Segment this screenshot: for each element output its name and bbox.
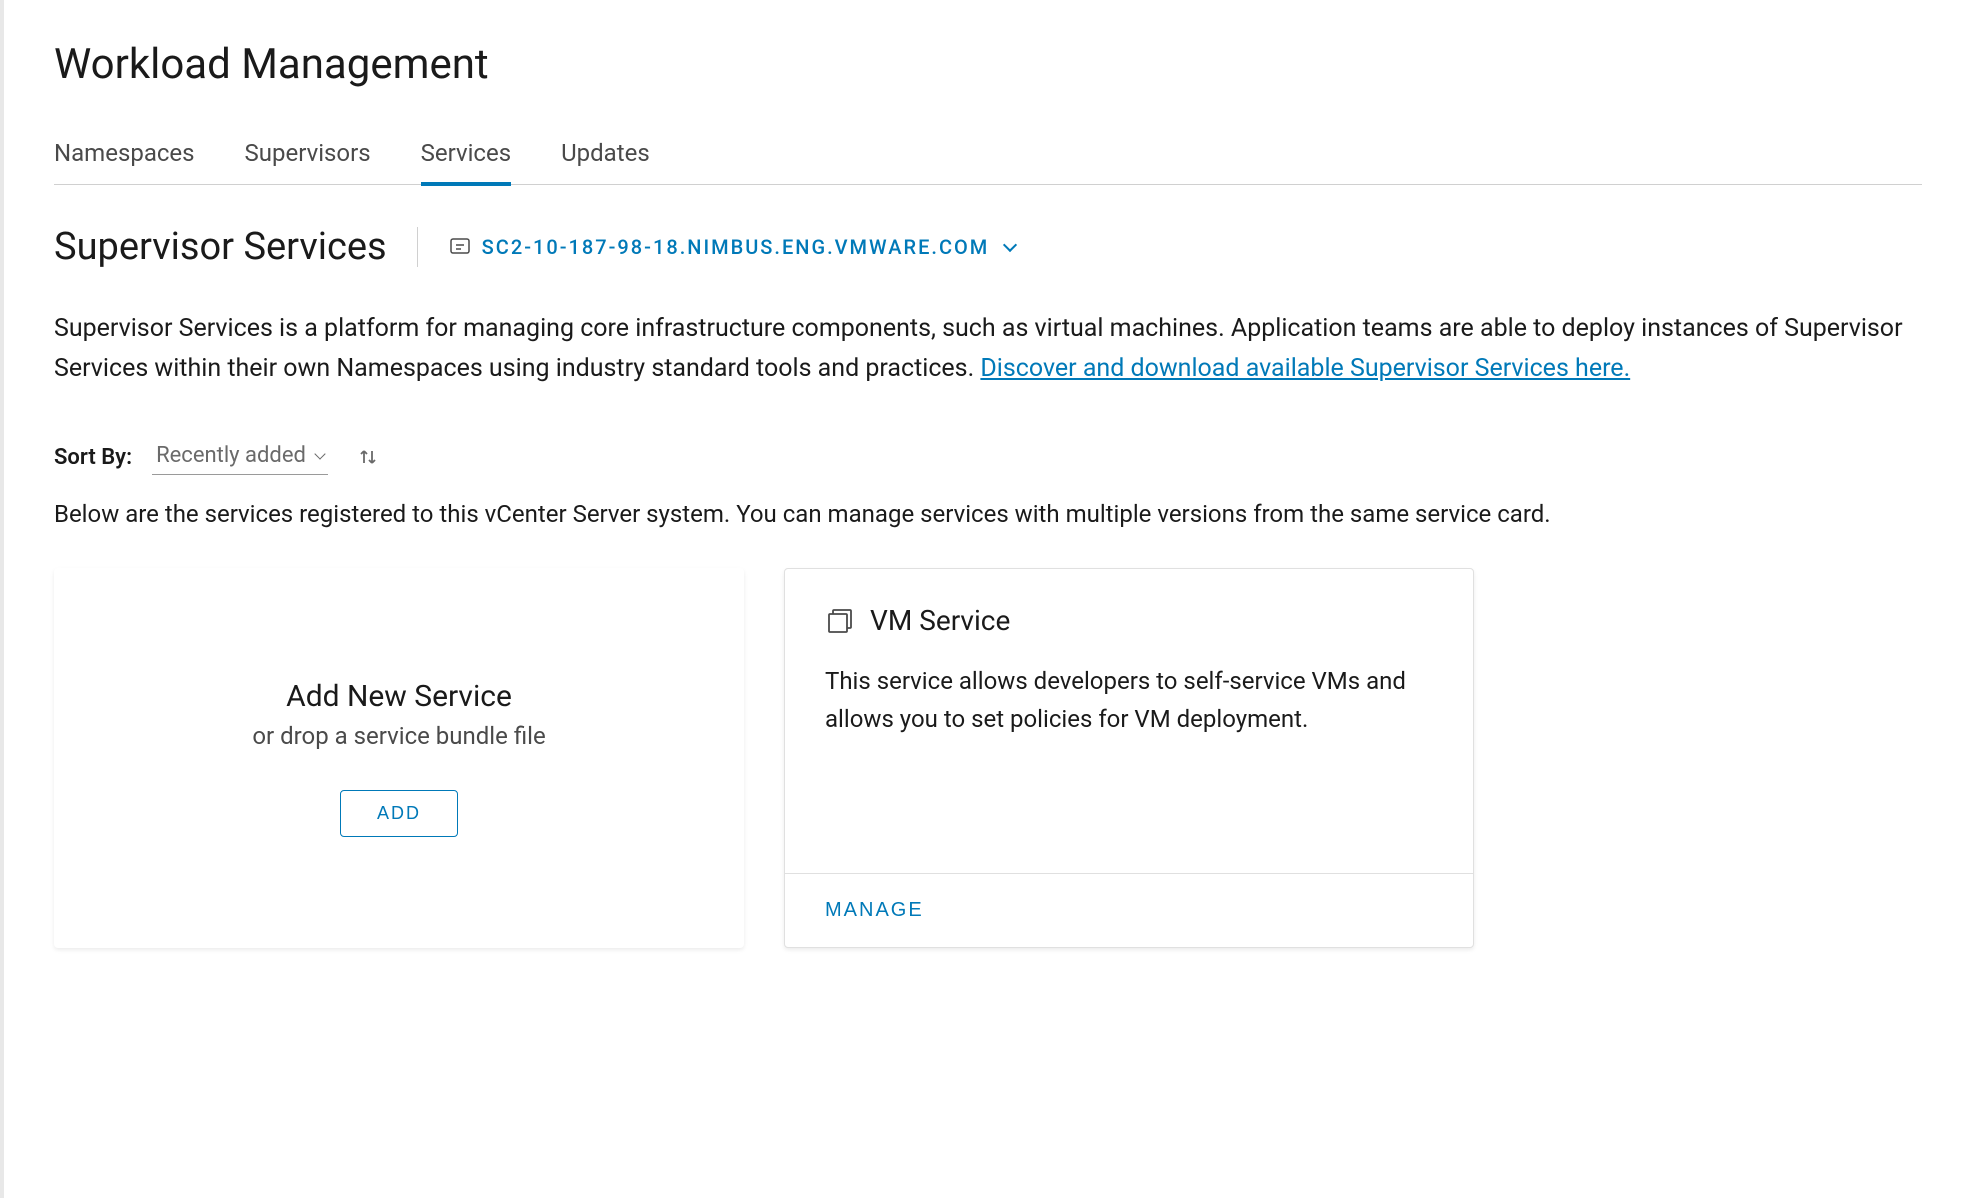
sort-row: Sort By: Recently added <box>54 439 1922 475</box>
service-card-body: VM Service This service allows developer… <box>785 569 1473 873</box>
tab-supervisors[interactable]: Supervisors <box>245 129 371 186</box>
add-service-card[interactable]: Add New Service or drop a service bundle… <box>54 568 744 948</box>
tab-services[interactable]: Services <box>421 129 511 186</box>
sub-description: Below are the services registered to thi… <box>54 500 1922 528</box>
server-selector[interactable]: SC2-10-187-98-18.NIMBUS.ENG.VMWARE.COM <box>448 235 1016 259</box>
service-cards: Add New Service or drop a service bundle… <box>54 568 1922 948</box>
add-card-title: Add New Service <box>286 679 512 714</box>
service-title: VM Service <box>870 604 1010 637</box>
add-card-subtitle: or drop a service bundle file <box>252 722 545 750</box>
service-card-header: VM Service <box>825 604 1433 637</box>
sort-arrows-icon <box>356 445 380 469</box>
discover-services-link[interactable]: Discover and download available Supervis… <box>980 354 1630 383</box>
tabs-bar: Namespaces Supervisors Services Updates <box>54 129 1922 185</box>
tab-namespaces[interactable]: Namespaces <box>54 129 195 186</box>
sort-selected: Recently added <box>156 443 306 468</box>
sort-dropdown[interactable]: Recently added <box>152 439 328 475</box>
section-title: Supervisor Services <box>54 225 387 269</box>
service-description: This service allows developers to self-s… <box>825 662 1433 739</box>
section-header: Supervisor Services SC2-10-187-98-18.NIM… <box>54 225 1922 269</box>
sort-direction-toggle[interactable] <box>356 445 380 469</box>
service-card-footer: MANAGE <box>785 873 1473 947</box>
server-name: SC2-10-187-98-18.NIMBUS.ENG.VMWARE.COM <box>482 235 990 259</box>
header-divider <box>417 227 418 267</box>
vm-service-card: VM Service This service allows developer… <box>784 568 1474 948</box>
sort-by-label: Sort By: <box>54 445 132 470</box>
workload-management-page: Workload Management Namespaces Superviso… <box>0 0 1972 1198</box>
tab-updates[interactable]: Updates <box>561 129 650 186</box>
chevron-down-icon <box>314 448 325 459</box>
add-button[interactable]: ADD <box>340 790 458 837</box>
chevron-down-icon <box>1003 238 1017 252</box>
manage-button[interactable]: MANAGE <box>825 899 924 922</box>
section-description: Supervisor Services is a platform for ma… <box>54 309 1922 389</box>
vcenter-icon <box>448 235 472 259</box>
vm-icon <box>825 606 855 636</box>
page-title: Workload Management <box>54 40 1922 89</box>
